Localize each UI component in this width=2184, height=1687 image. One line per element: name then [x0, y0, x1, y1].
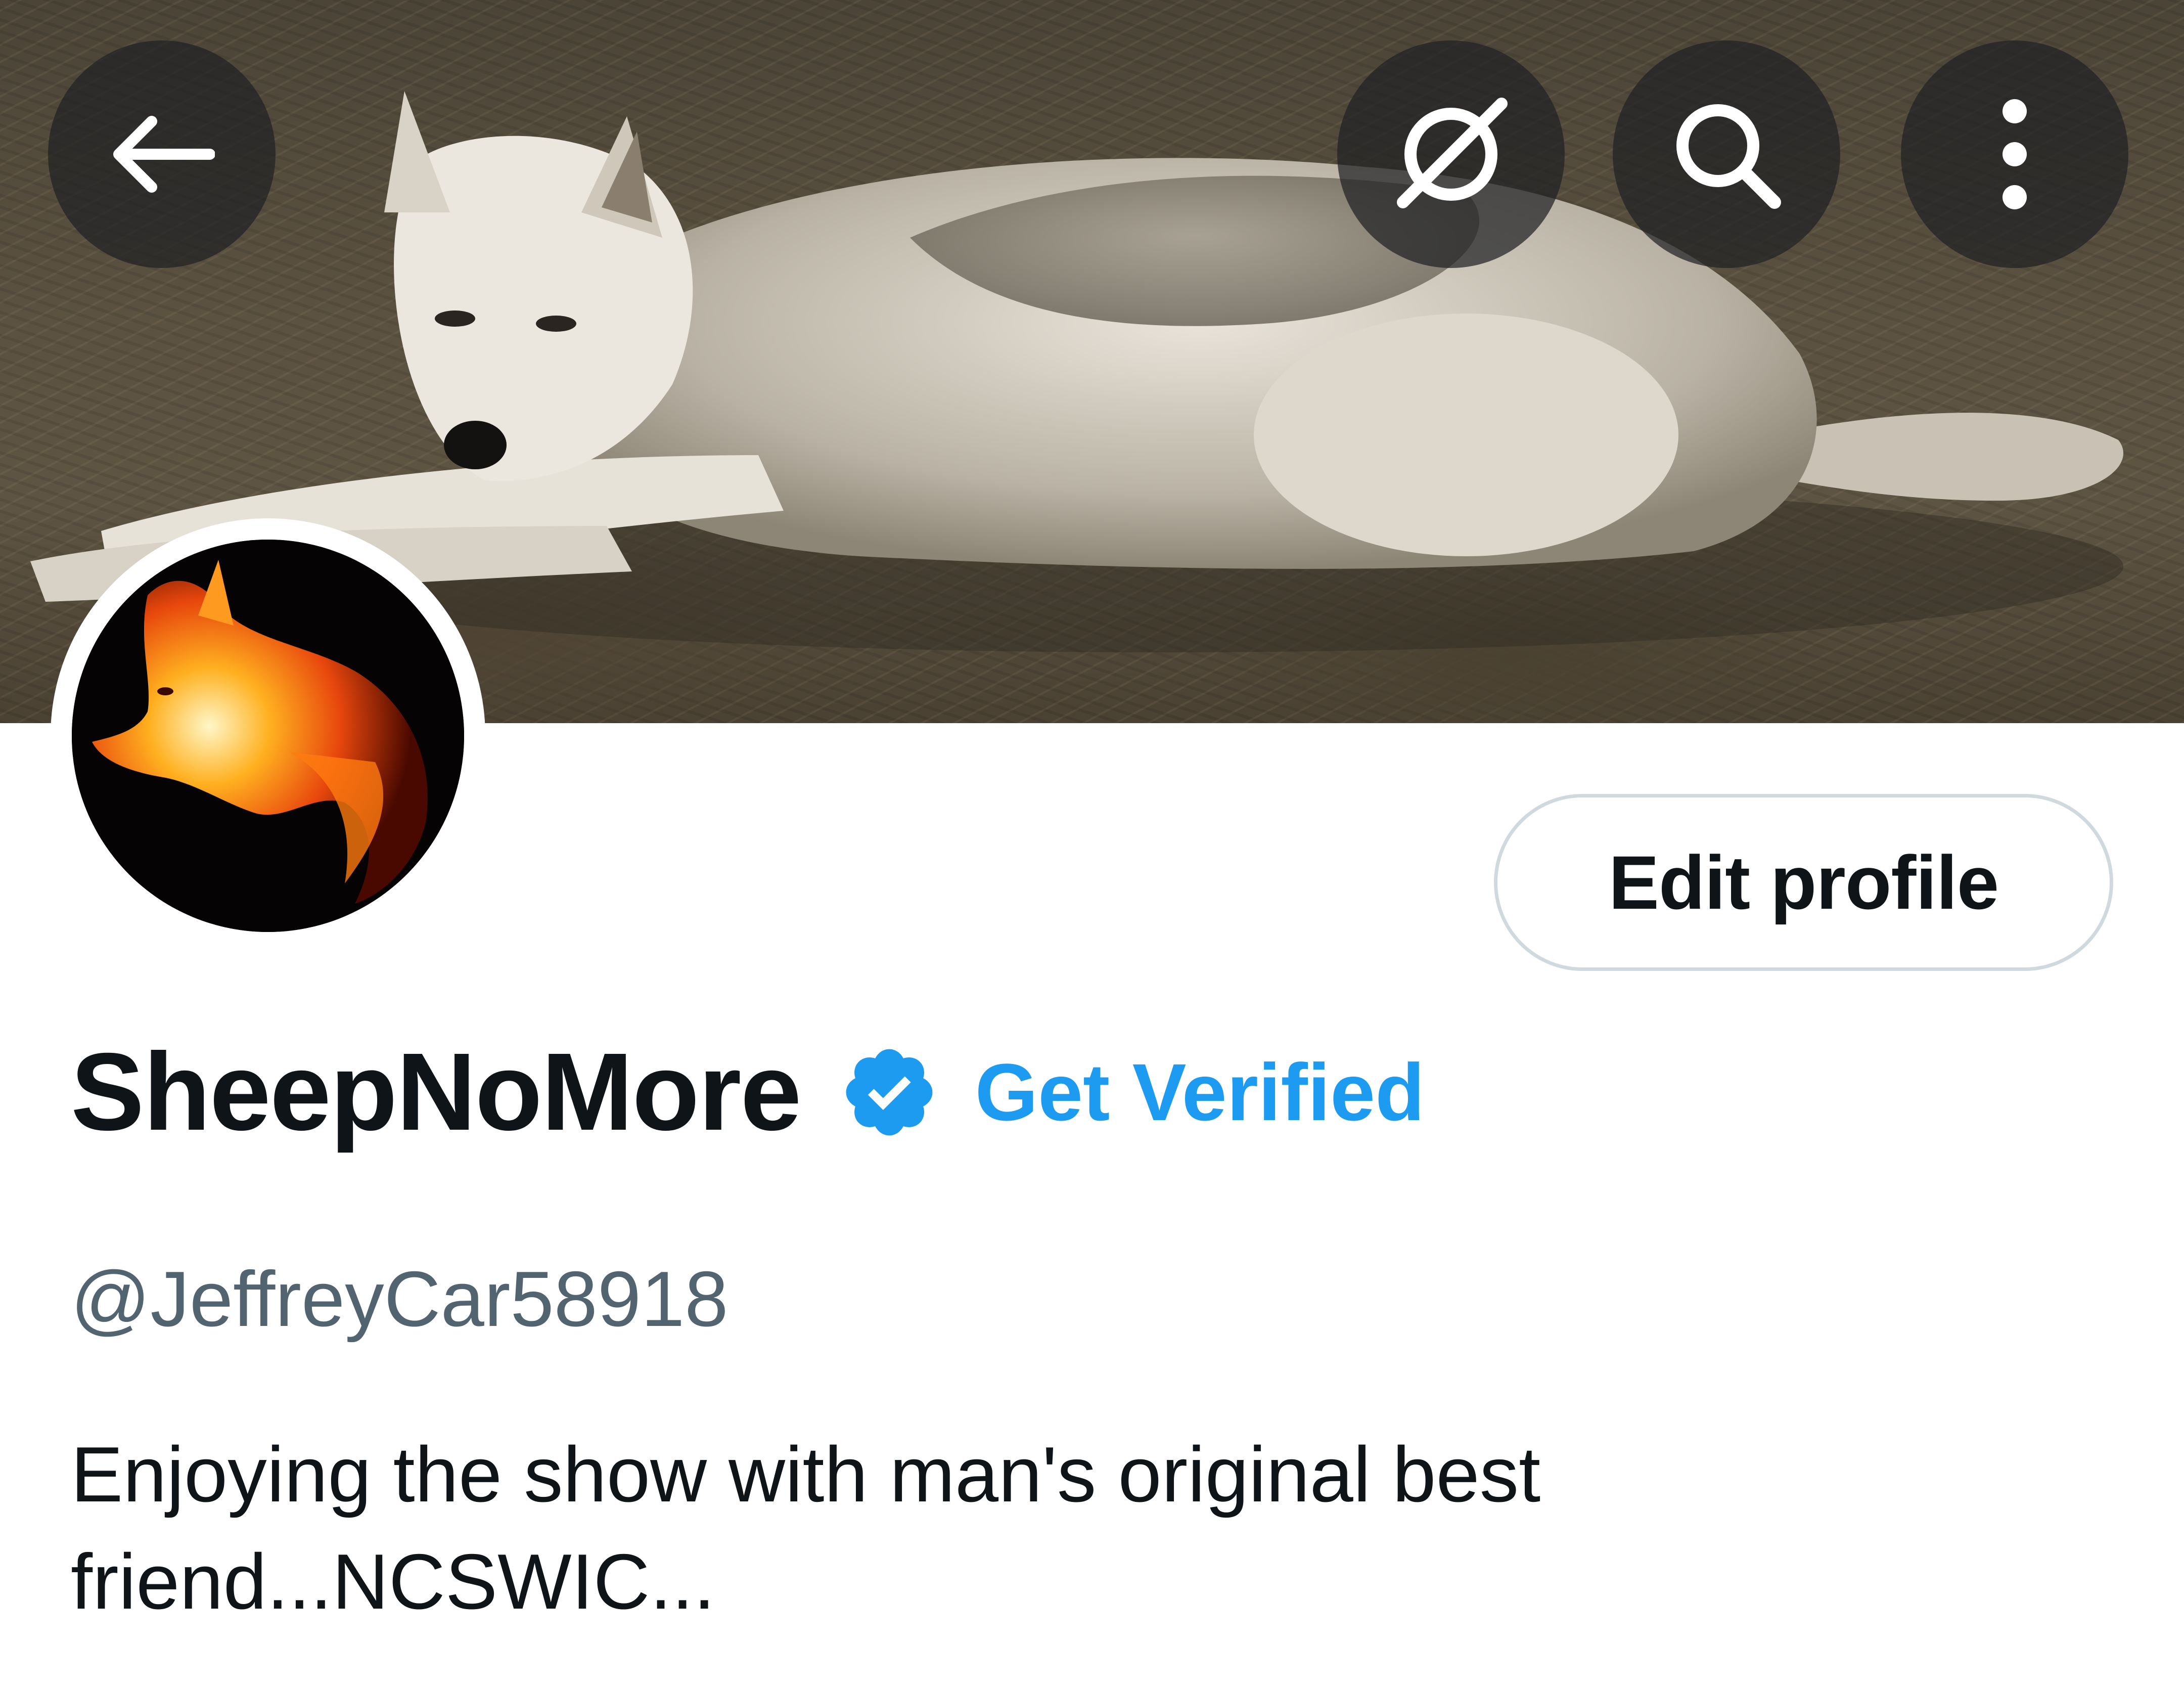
- grok-icon: [1397, 98, 1508, 208]
- arrow-left-icon: [113, 116, 215, 193]
- name-row: SheepNoMore Get Verified: [71, 1031, 1425, 1153]
- edit-profile-button[interactable]: Edit profile: [1494, 794, 2113, 971]
- user-handle: @JeffreyCar58918: [71, 1255, 729, 1343]
- display-name: SheepNoMore: [71, 1031, 802, 1153]
- profile-bio: Enjoying the show with man's original be…: [71, 1431, 1541, 1625]
- more-options-button[interactable]: [1901, 40, 2128, 268]
- verified-badge-icon[interactable]: [839, 1042, 940, 1143]
- search-button[interactable]: [1613, 40, 1840, 268]
- back-button[interactable]: [48, 40, 276, 268]
- avatar[interactable]: [51, 518, 485, 953]
- more-vertical-icon: [2003, 99, 2027, 209]
- search-icon: [1676, 104, 1781, 209]
- grok-button[interactable]: [1337, 40, 1565, 268]
- avatar-fire-wolf-image: [72, 540, 464, 932]
- get-verified-link[interactable]: Get Verified: [975, 1046, 1425, 1139]
